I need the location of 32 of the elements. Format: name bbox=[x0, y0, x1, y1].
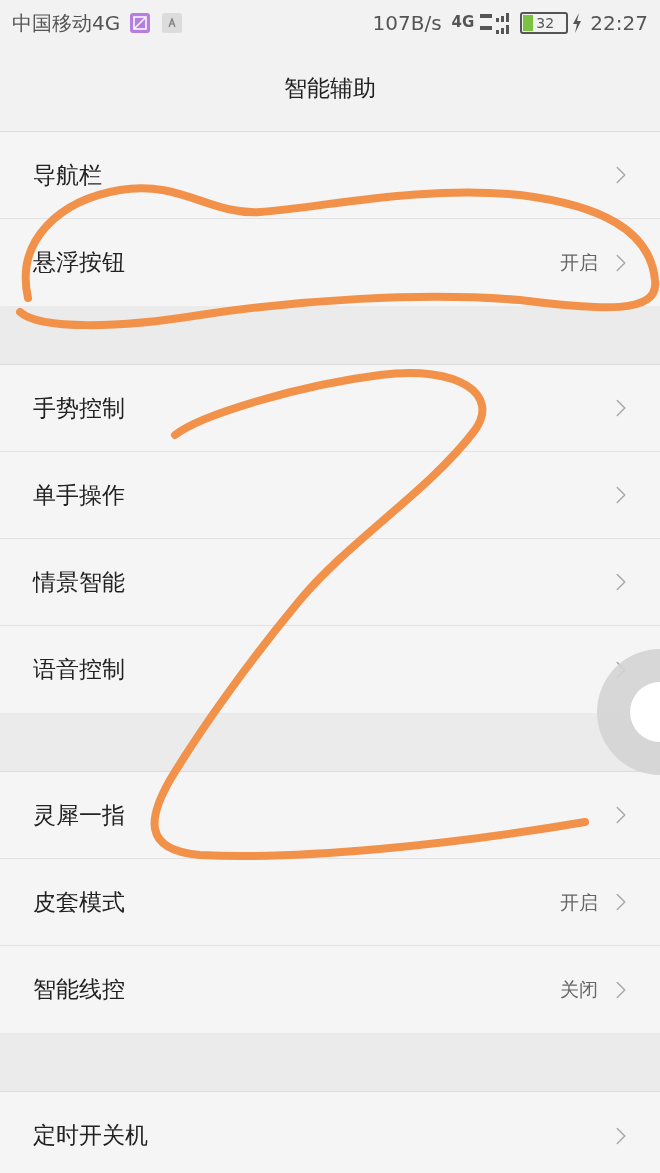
row-label: 单手操作 bbox=[33, 480, 126, 510]
settings-row[interactable]: 语音控制 bbox=[0, 626, 660, 713]
settings-row[interactable]: 皮套模式 开启 bbox=[0, 859, 660, 946]
row-label: 语音控制 bbox=[33, 655, 126, 685]
row-label: 手势控制 bbox=[33, 393, 126, 423]
net-speed-text: 107B/s bbox=[372, 9, 442, 37]
page-title: 智能辅助 bbox=[284, 73, 376, 103]
row-label: 悬浮按钮 bbox=[33, 248, 126, 278]
carrier-text: 中国移动4G bbox=[12, 9, 121, 37]
battery-percent: 32 bbox=[536, 15, 555, 30]
clock-text: 22:27 bbox=[590, 9, 648, 37]
network-type-text: 4G bbox=[451, 15, 475, 30]
row-label: 智能线控 bbox=[33, 975, 126, 1005]
settings-row[interactable]: 情景智能 bbox=[0, 539, 660, 626]
row-label: 导航栏 bbox=[33, 160, 103, 190]
settings-row[interactable]: 智能线控 关闭 bbox=[0, 946, 660, 1033]
settings-row[interactable]: 单手操作 bbox=[0, 452, 660, 539]
row-value: 开启 bbox=[560, 250, 598, 276]
settings-row[interactable]: 手势控制 bbox=[0, 365, 660, 452]
settings-row[interactable]: 导航栏 bbox=[0, 132, 660, 219]
keyboard-icon bbox=[162, 12, 183, 33]
settings-row[interactable]: 定时开关机 bbox=[0, 1092, 660, 1173]
row-label: 情景智能 bbox=[33, 567, 126, 597]
row-value: 开启 bbox=[560, 889, 598, 915]
row-label: 皮套模式 bbox=[33, 887, 126, 917]
row-label: 定时开关机 bbox=[33, 1121, 149, 1151]
battery-fill bbox=[523, 14, 534, 31]
row-label: 灵犀一指 bbox=[33, 800, 126, 830]
settings-row[interactable]: 悬浮按钮 开启 bbox=[0, 219, 660, 306]
gallery-icon bbox=[130, 12, 151, 33]
row-value: 关闭 bbox=[560, 977, 598, 1003]
settings-row[interactable]: 灵犀一指 bbox=[0, 772, 660, 859]
